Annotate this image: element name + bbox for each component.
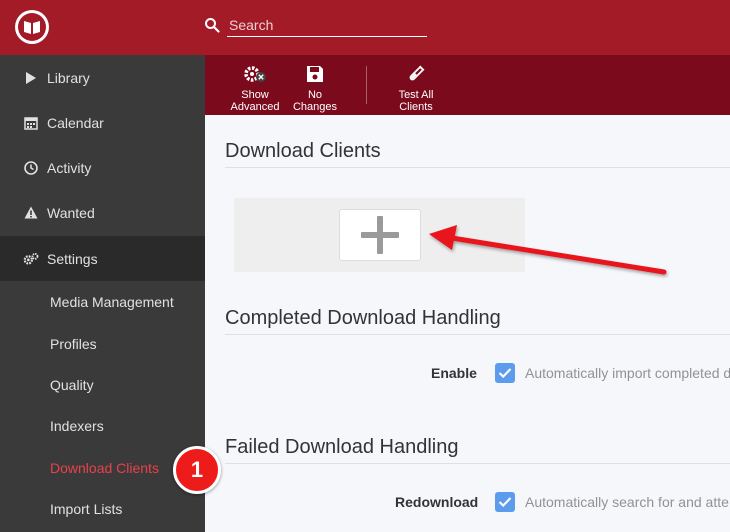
test-all-clients-button[interactable]: Test All Clients [388, 55, 444, 115]
calendar-icon [23, 115, 39, 131]
page-toolbar [205, 55, 730, 115]
download-clients-heading: Download Clients [225, 140, 381, 162]
sidebar-item-label: Library [47, 69, 90, 86]
app-header [0, 0, 730, 55]
sidebar-item-settings[interactable]: Settings [0, 236, 205, 281]
sidebar-item-wanted[interactable]: Wanted [0, 190, 205, 235]
advanced-settings-icon [242, 63, 268, 85]
save-icon [306, 63, 324, 85]
sidebar-subitem-indexers[interactable]: Indexers [50, 418, 104, 434]
show-advanced-button[interactable]: Show Advanced [228, 55, 282, 115]
sidebar-subitem-import-lists[interactable]: Import Lists [50, 501, 122, 517]
book-icon [24, 21, 40, 34]
enable-label: Enable [431, 365, 477, 381]
sidebar-item-activity[interactable]: Activity [0, 145, 205, 190]
redownload-checkbox[interactable] [495, 492, 515, 512]
sidebar-item-label: Wanted [47, 204, 95, 221]
failed-download-handling-heading: Failed Download Handling [225, 436, 459, 458]
clock-icon [23, 160, 39, 176]
completed-download-handling-heading: Completed Download Handling [225, 307, 501, 329]
section-divider [225, 463, 730, 464]
plus-icon [361, 216, 399, 254]
sidebar-item-label: Calendar [47, 114, 104, 131]
sidebar-subitem-download-clients[interactable]: Download Clients [50, 460, 159, 476]
step-number-badge: 1 [173, 446, 221, 494]
gears-icon [23, 251, 39, 267]
sidebar-subitem-quality[interactable]: Quality [50, 377, 94, 393]
play-icon [23, 70, 39, 86]
sidebar-subitem-profiles[interactable]: Profiles [50, 336, 97, 352]
section-divider [225, 334, 730, 335]
redownload-help-text: Automatically search for and atte [525, 494, 729, 510]
sidebar-item-label: Settings [47, 250, 98, 267]
sidebar-item-calendar[interactable]: Calendar [0, 100, 205, 145]
search-icon [205, 18, 220, 33]
save-changes-button[interactable]: No Changes [288, 55, 342, 115]
app-logo[interactable] [15, 10, 49, 44]
enable-help-text: Automatically import completed d [525, 365, 730, 381]
check-icon [498, 497, 512, 508]
enable-checkbox[interactable] [495, 363, 515, 383]
sidebar-item-label: Activity [47, 159, 92, 176]
toolbar-divider [366, 66, 367, 104]
add-download-client-button[interactable] [339, 209, 421, 261]
section-divider [225, 167, 730, 168]
check-icon [498, 368, 512, 379]
test-tube-icon [406, 63, 426, 85]
warning-icon [23, 205, 39, 221]
sidebar-subitem-media-management[interactable]: Media Management [50, 294, 174, 310]
redownload-label: Redownload [395, 494, 479, 510]
search-input[interactable] [227, 14, 427, 37]
sidebar-item-library[interactable]: Library [0, 55, 205, 100]
